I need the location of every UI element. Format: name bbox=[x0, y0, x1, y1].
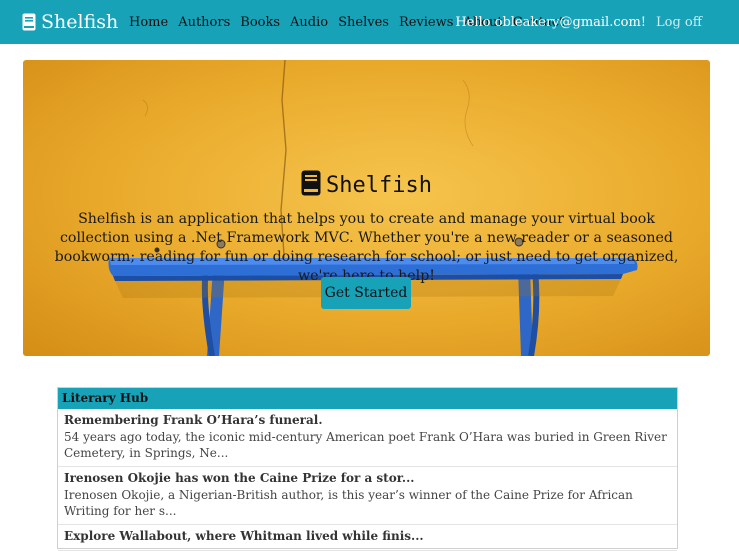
navbar: Shelfish Home Authors Books Audio Shelve… bbox=[0, 0, 739, 44]
user-area: Hello obleakery@gmail.com! Log off bbox=[455, 0, 702, 44]
hero-title: Shelfish bbox=[326, 172, 432, 198]
feed-item-title[interactable]: Explore Wallabout, where Whitman lived w… bbox=[64, 529, 671, 543]
feed-item-snippet: Irenosen Okojie, a Nigerian-British auth… bbox=[64, 488, 633, 518]
nav-shelves[interactable]: Shelves bbox=[338, 15, 389, 30]
hero-logo: Shelfish bbox=[23, 170, 710, 200]
book-icon bbox=[22, 13, 36, 31]
brand-name: Shelfish bbox=[41, 11, 119, 33]
feed-header: Literary Hub bbox=[58, 388, 677, 409]
nav-books[interactable]: Books bbox=[240, 15, 280, 30]
list-item: Explore Wallabout, where Whitman lived w… bbox=[58, 525, 677, 551]
feed-item-snippet: 54 years ago today, the iconic mid-centu… bbox=[64, 430, 667, 460]
feed-item-title[interactable]: Remembering Frank O’Hara’s funeral. bbox=[64, 413, 671, 427]
user-greeting[interactable]: Hello obleakery@gmail.com! bbox=[455, 15, 646, 30]
nav-authors[interactable]: Authors bbox=[178, 15, 230, 30]
feed-item-title[interactable]: Irenosen Okojie has won the Caine Prize … bbox=[64, 471, 671, 485]
nav-reviews[interactable]: Reviews bbox=[399, 15, 453, 30]
nav-audio[interactable]: Audio bbox=[290, 15, 328, 30]
shelf-illustration bbox=[108, 60, 638, 356]
literary-hub-feed: Literary Hub Remembering Frank O’Hara’s … bbox=[57, 387, 678, 551]
get-started-button[interactable]: Get Started bbox=[321, 277, 411, 309]
list-item: Remembering Frank O’Hara’s funeral. 54 y… bbox=[58, 409, 677, 467]
nav-home[interactable]: Home bbox=[129, 15, 168, 30]
hero-banner: Shelfish Shelfish is an application that… bbox=[23, 60, 710, 356]
brand-link[interactable]: Shelfish bbox=[22, 8, 118, 36]
list-item: Irenosen Okojie has won the Caine Prize … bbox=[58, 467, 677, 525]
book-icon bbox=[301, 170, 321, 200]
hero-description: Shelfish is an application that helps yo… bbox=[54, 211, 679, 284]
logoff-link[interactable]: Log off bbox=[656, 15, 702, 30]
